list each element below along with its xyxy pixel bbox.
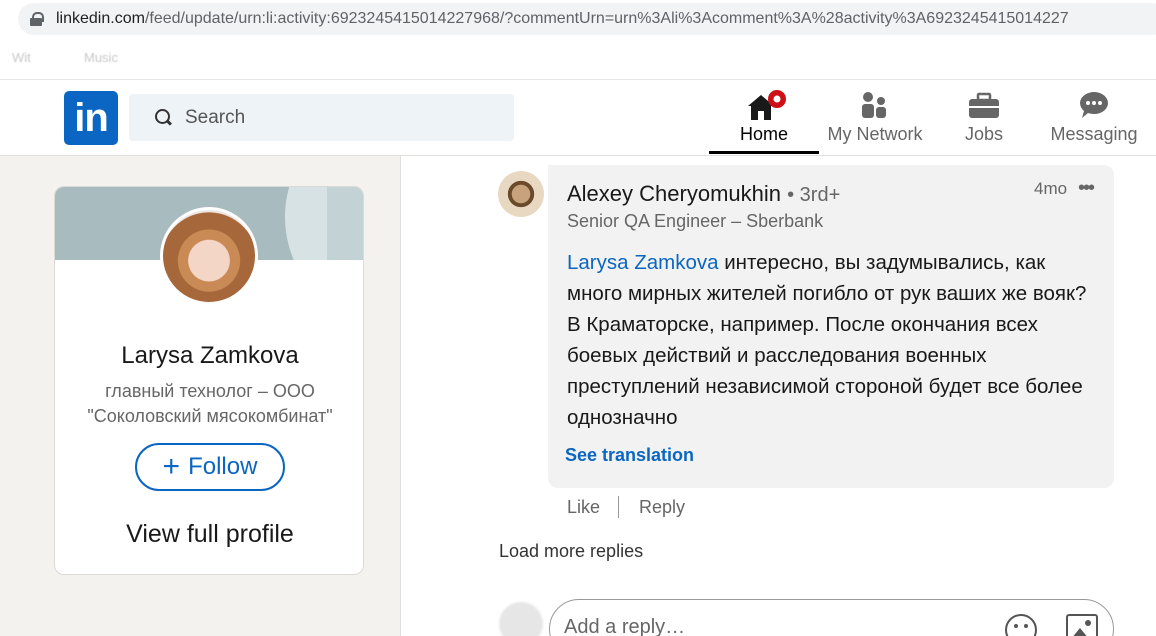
comment-bubble: Alexey Cheryomukhin • 3rd+ Senior QA Eng… — [548, 165, 1114, 488]
comment-body: интересно, вы задумывались, как много ми… — [567, 251, 1087, 429]
reply-box[interactable] — [549, 599, 1114, 636]
top-nav: in Home My Network — [0, 80, 1156, 156]
nav-label: Home — [739, 124, 788, 144]
profile-name[interactable]: Larysa Zamkova — [55, 342, 363, 370]
bookmark-item[interactable]: Wit — [12, 50, 31, 65]
more-options-icon[interactable]: ••• — [1078, 177, 1095, 200]
follow-label: Follow — [188, 453, 258, 480]
url-path: /feed/update/urn:li:activity:69232454150… — [144, 10, 1069, 27]
like-button[interactable]: Like — [567, 497, 600, 518]
mention-link[interactable]: Larysa Zamkova — [567, 251, 719, 274]
briefcase-icon — [964, 90, 1004, 122]
reply-input[interactable] — [564, 616, 964, 636]
avatar — [499, 602, 543, 636]
comment-time: 4mo — [1034, 179, 1068, 198]
comment-text: Larysa Zamkova интересно, вы задумывалис… — [567, 247, 1097, 433]
comment-author[interactable]: Alexey Cheryomukhin • 3rd+ — [567, 181, 840, 207]
bookmarks-bar: Wit Music — [0, 38, 1156, 80]
avatar[interactable] — [160, 207, 258, 305]
profile-card: Larysa Zamkova главный технолог – ООО "С… — [54, 186, 364, 575]
lock-icon[interactable] — [30, 12, 44, 26]
connection-degree: • 3rd+ — [787, 184, 841, 206]
search-input[interactable] — [185, 106, 485, 129]
banner-shape — [327, 187, 363, 260]
reply-button[interactable]: Reply — [639, 497, 685, 518]
nav-item-network[interactable]: My Network — [822, 80, 928, 156]
commenter-avatar[interactable] — [498, 171, 544, 217]
search-icon — [155, 108, 173, 127]
author-headline: Senior QA Engineer – Sberbank — [567, 211, 824, 231]
view-full-profile-link[interactable]: View full profile — [55, 520, 363, 549]
search-bar[interactable] — [129, 94, 514, 141]
url-host: linkedin.com — [56, 10, 145, 27]
nav-item-jobs[interactable]: Jobs — [958, 80, 1010, 156]
author-name[interactable]: Alexey Cheryomukhin — [567, 181, 781, 206]
messaging-icon — [1074, 90, 1114, 122]
load-more-replies-button[interactable]: Load more replies — [499, 541, 643, 562]
nav-label: Messaging — [1050, 124, 1138, 144]
bookmark-item[interactable]: Music — [84, 50, 118, 65]
home-icon — [744, 90, 786, 122]
comment-actions: Like Reply — [567, 496, 685, 518]
feed-column: Alexey Cheryomukhin • 3rd+ Senior QA Eng… — [400, 156, 1156, 636]
url-text[interactable]: linkedin.com/feed/update/urn:li:activity… — [56, 10, 1069, 28]
nav-label: My Network — [827, 124, 923, 144]
emoji-icon[interactable] — [1005, 614, 1037, 636]
nav-label: Jobs — [964, 124, 1004, 144]
nav-item-messaging[interactable]: Messaging — [1048, 80, 1140, 156]
nav-item-home[interactable]: Home — [734, 80, 794, 156]
active-tab-indicator — [709, 151, 819, 154]
browser-address-bar: linkedin.com/feed/update/urn:li:activity… — [0, 0, 1156, 38]
profile-headline: главный технолог – ООО "Соколовский мясо… — [87, 381, 333, 426]
divider — [618, 496, 620, 518]
image-icon[interactable] — [1066, 614, 1098, 636]
network-icon — [855, 90, 895, 122]
url-field[interactable]: linkedin.com/feed/update/urn:li:activity… — [18, 3, 1156, 35]
follow-button[interactable]: + Follow — [135, 443, 285, 491]
plus-icon: + — [162, 450, 181, 483]
see-translation-link[interactable]: See translation — [565, 445, 694, 466]
linkedin-logo[interactable]: in — [64, 91, 118, 145]
